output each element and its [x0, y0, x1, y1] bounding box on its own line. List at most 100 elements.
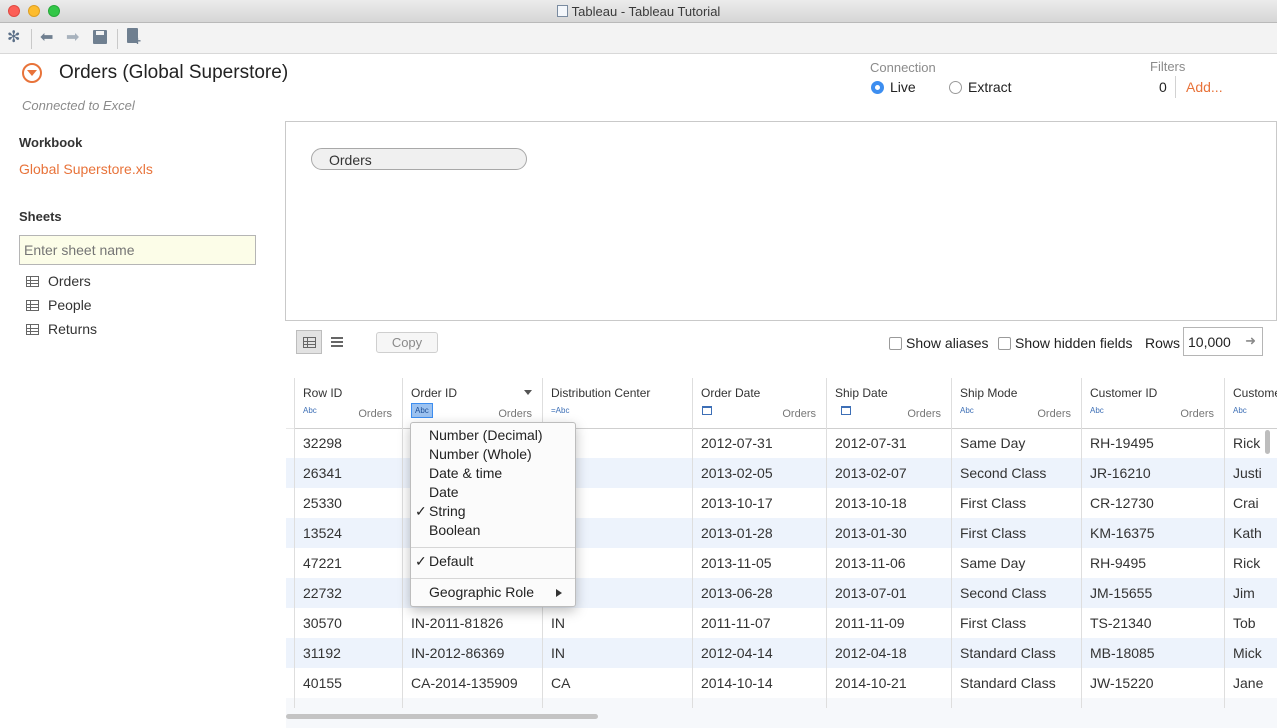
menu-item-date[interactable]: Date	[429, 484, 459, 500]
show-hidden-fields-checkbox[interactable]	[998, 337, 1011, 350]
table-cell: Kath	[1233, 525, 1262, 541]
column-name: Ship Date	[835, 386, 888, 400]
tableau-logo-icon[interactable]: ✻	[7, 29, 20, 47]
menu-item-string[interactable]: String	[429, 503, 466, 519]
menu-item-number-whole[interactable]: Number (Whole)	[429, 446, 532, 462]
string-type-icon[interactable]: Abc	[960, 406, 974, 415]
column-name: Customer ID	[1090, 386, 1158, 400]
sheets-heading: Sheets	[19, 209, 62, 224]
column-source: Orders	[782, 408, 816, 420]
table-cell: JM-15655	[1090, 585, 1153, 601]
table-cell: 2012-04-14	[701, 645, 773, 661]
string-type-icon[interactable]: Abc	[303, 406, 317, 415]
calculated-string-type-icon[interactable]: =Abc	[551, 406, 569, 415]
vertical-scrollbar[interactable]	[1265, 430, 1270, 454]
join-canvas[interactable]: Orders	[285, 121, 1277, 321]
column-menu-icon[interactable]	[524, 390, 532, 395]
menu-item-number-decimal[interactable]: Number (Decimal)	[429, 427, 543, 443]
table-cell: 25330	[303, 495, 342, 511]
table-cell: IN	[551, 645, 565, 661]
date-type-icon[interactable]	[702, 406, 712, 415]
rows-input[interactable]: 10,000 ➜	[1183, 327, 1263, 356]
table-cell: Rick	[1233, 435, 1261, 451]
table-cell: Jim	[1233, 585, 1255, 601]
copy-button[interactable]: Copy	[376, 332, 438, 353]
column-name: Order Date	[701, 386, 761, 400]
datasource-menu-icon[interactable]	[22, 63, 42, 83]
string-type-icon[interactable]: Abc	[411, 403, 433, 418]
table-cell: 2011-11-09	[835, 615, 905, 631]
table-cell: First Class	[960, 495, 1027, 511]
forward-icon[interactable]: ➡	[66, 29, 79, 47]
new-data-source-icon[interactable]: +	[127, 28, 141, 48]
filters-label: Filters	[1150, 59, 1186, 74]
table-cell: IN-2012-86369	[411, 645, 505, 661]
table-icon	[26, 324, 39, 335]
table-cell: Rick	[1233, 555, 1261, 571]
menu-item-date-time[interactable]: Date & time	[429, 465, 502, 481]
show-aliases-label[interactable]: Show aliases	[906, 335, 989, 351]
table-cell: CA	[551, 675, 571, 691]
date-type-icon[interactable]	[841, 406, 851, 415]
main-toolbar: ✻ ⬅ ➡ +	[0, 23, 1277, 54]
column-header[interactable]: Ship Date Orders	[827, 378, 951, 429]
column-header[interactable]: Row ID Abc Orders	[295, 378, 402, 429]
column-source: Orders	[498, 408, 532, 420]
arrow-right-icon[interactable]: ➜	[1245, 333, 1256, 349]
string-type-icon[interactable]: Abc	[1090, 406, 1104, 415]
sheet-item-returns[interactable]: Returns	[26, 321, 97, 341]
filters-add-link[interactable]: Add...	[1186, 79, 1223, 95]
show-aliases-checkbox[interactable]	[889, 337, 902, 350]
table-cell: 2012-07-31	[701, 435, 773, 451]
workbook-heading: Workbook	[19, 135, 83, 150]
connection-status: Connected to Excel	[22, 98, 135, 113]
data-type-menu: Number (Decimal) Number (Whole) Date & t…	[410, 422, 576, 607]
sheet-search-input[interactable]	[19, 235, 256, 265]
save-icon[interactable]	[93, 30, 107, 49]
submenu-arrow-icon	[556, 589, 562, 597]
orders-table-pill[interactable]: Orders	[311, 148, 527, 170]
table-cell: Standard Class	[960, 645, 1056, 661]
table-cell: 30570	[303, 615, 342, 631]
table-cell: TS-21340	[1090, 615, 1152, 631]
table-cell: Second Class	[960, 465, 1047, 481]
column-header[interactable]: Order Date Orders	[693, 378, 826, 429]
live-radio[interactable]	[871, 81, 884, 94]
string-type-icon[interactable]: Abc	[1233, 406, 1247, 415]
sheet-label: Orders	[48, 273, 91, 289]
sheet-label: Returns	[48, 321, 98, 337]
column-header[interactable]: Custome Abc	[1225, 378, 1277, 429]
table-cell: First Class	[960, 615, 1027, 631]
menu-item-boolean[interactable]: Boolean	[429, 522, 480, 538]
sheet-item-people[interactable]: People	[26, 297, 92, 317]
list-view-button[interactable]	[328, 330, 346, 354]
show-hidden-fields-label[interactable]: Show hidden fields	[1015, 335, 1133, 351]
grid-view-button[interactable]	[296, 330, 322, 354]
column-header[interactable]: Ship Mode Abc Orders	[952, 378, 1081, 429]
table-cell: RH-9495	[1090, 555, 1147, 571]
table-cell: Mick	[1233, 645, 1262, 661]
column-ship-mode: Ship Mode Abc Orders Same Day Second Cla…	[951, 378, 1081, 708]
filters-divider	[1175, 76, 1176, 98]
extract-label[interactable]: Extract	[968, 79, 1012, 95]
menu-item-geographic-role[interactable]: Geographic Role	[429, 584, 534, 600]
table-cell: 2014-10-14	[701, 675, 773, 691]
table-cell: 2012-07-31	[835, 435, 907, 451]
sheet-item-orders[interactable]: Orders	[26, 273, 91, 293]
horizontal-scrollbar[interactable]	[286, 714, 598, 719]
table-cell: 2013-02-05	[701, 465, 773, 481]
table-cell: 2013-01-30	[835, 525, 907, 541]
table-cell: 32298	[303, 435, 342, 451]
extract-radio[interactable]	[949, 81, 962, 94]
menu-item-default[interactable]: Default	[429, 553, 473, 569]
back-icon[interactable]: ⬅	[40, 29, 53, 47]
table-cell: CR-12730	[1090, 495, 1154, 511]
column-name: Ship Mode	[960, 386, 1018, 400]
live-label[interactable]: Live	[890, 79, 916, 95]
column-header[interactable]: Customer ID Abc Orders	[1082, 378, 1224, 429]
table-cell: RH-19495	[1090, 435, 1154, 451]
workbook-file-link[interactable]: Global Superstore.xls	[19, 161, 153, 177]
column-order-date: Order Date Orders 2012-07-31 2013-02-05 …	[692, 378, 826, 708]
table-cell: First Class	[960, 525, 1027, 541]
datasource-title[interactable]: Orders (Global Superstore)	[59, 62, 288, 84]
